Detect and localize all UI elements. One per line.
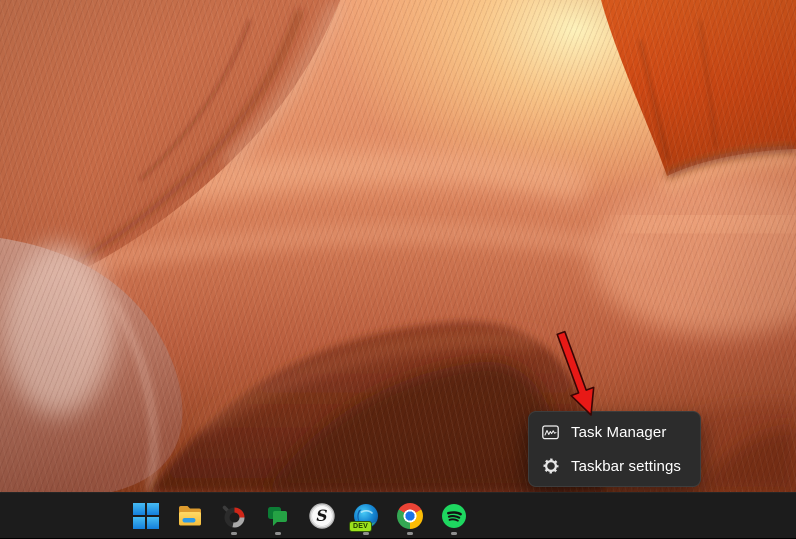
chat-icon [268, 506, 287, 526]
desktop: Task Manager Taskbar settings [0, 0, 796, 492]
taskbar-item-chrome[interactable] [390, 493, 430, 538]
running-indicator [363, 532, 369, 535]
taskbar-item-google-chat[interactable] [258, 493, 298, 538]
chrome-icon [397, 502, 423, 529]
running-indicator [275, 532, 281, 535]
taskbar-item-file-explorer[interactable] [170, 493, 210, 538]
file-explorer-icon [179, 505, 201, 525]
s-app-icon: S [309, 502, 335, 529]
taskbar-item-s-app[interactable]: S [302, 493, 342, 538]
taskbar: S DEV [0, 492, 796, 538]
running-indicator [407, 532, 413, 535]
taskbar-icon-row: S DEV [126, 493, 474, 539]
spotify-icon [442, 503, 466, 528]
taskbar-item-ring-chart-app[interactable] [214, 493, 254, 538]
menu-item-task-manager[interactable]: Task Manager [531, 415, 698, 449]
taskbar-item-start[interactable] [126, 493, 166, 538]
taskbar-item-spotify[interactable] [434, 493, 474, 538]
menu-item-label: Task Manager [571, 423, 667, 441]
edge-dev-badge: DEV [349, 520, 372, 532]
running-indicator [451, 532, 457, 535]
gear-icon [542, 458, 559, 474]
windows-logo-icon [133, 502, 159, 529]
taskbar-item-edge-dev[interactable]: DEV [346, 493, 386, 538]
svg-text:S: S [316, 506, 327, 525]
ring-chart-app-icon [222, 505, 245, 527]
menu-item-label: Taskbar settings [571, 457, 681, 475]
taskbar-context-menu: Task Manager Taskbar settings [528, 411, 701, 487]
running-indicator [231, 532, 237, 535]
task-manager-icon [542, 424, 559, 440]
menu-item-taskbar-settings[interactable]: Taskbar settings [531, 449, 698, 483]
